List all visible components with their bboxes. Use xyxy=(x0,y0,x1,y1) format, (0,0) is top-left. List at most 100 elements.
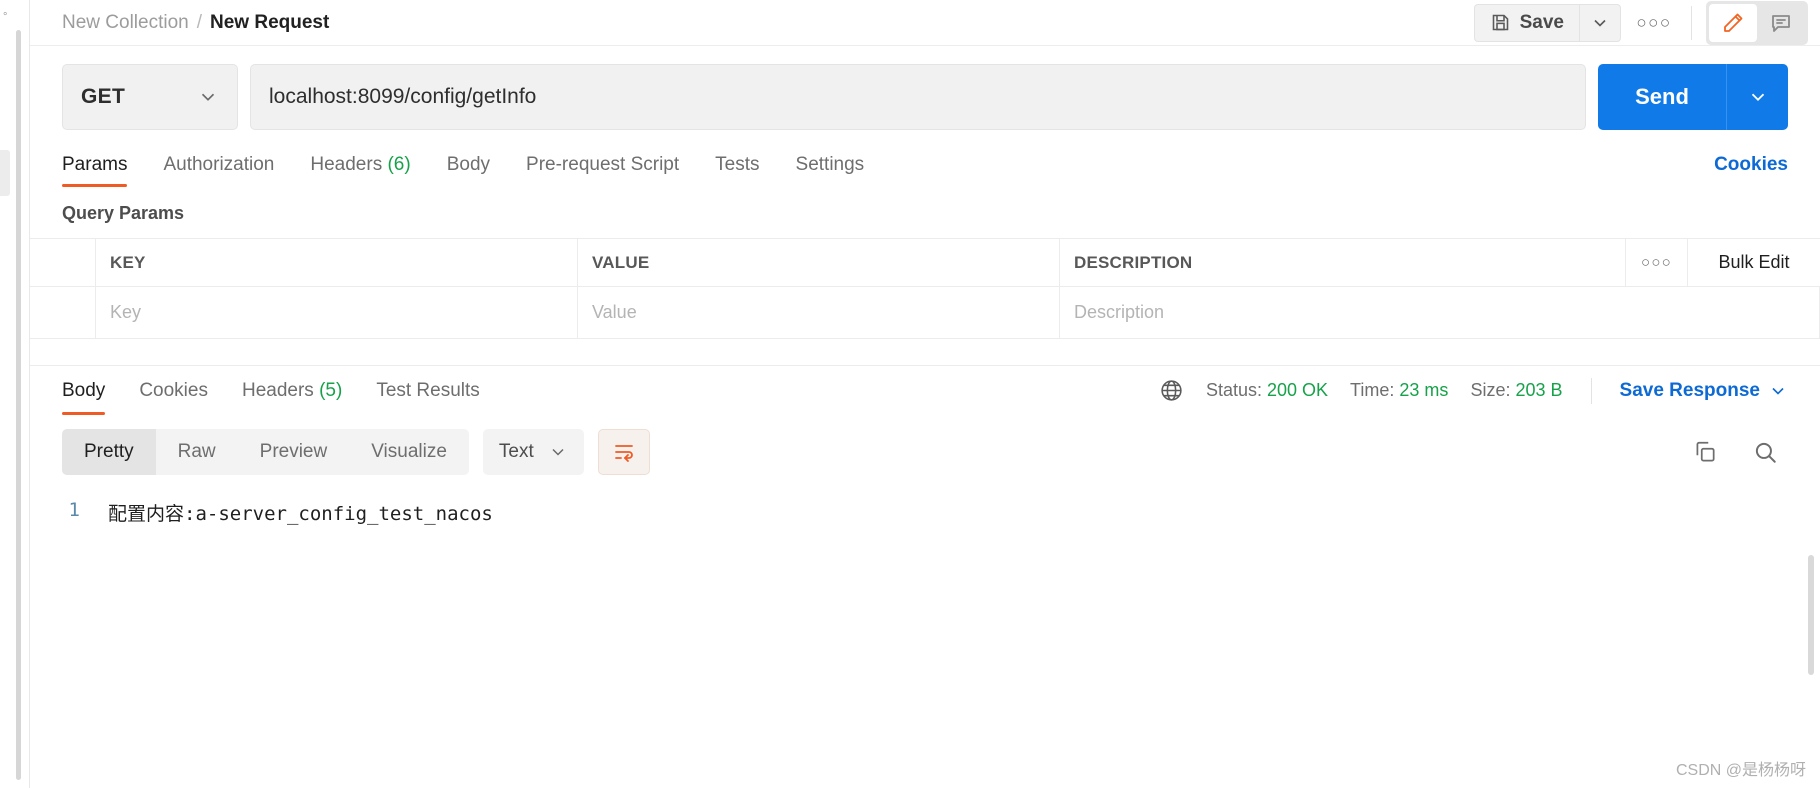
mode-preview[interactable]: Preview xyxy=(238,429,350,475)
response-tab-body-label: Body xyxy=(62,380,106,401)
breadcrumb: New Collection / New Request xyxy=(62,12,329,34)
comments-button[interactable] xyxy=(1757,4,1805,42)
header-divider xyxy=(1691,5,1692,40)
http-method-select[interactable]: GET xyxy=(62,64,238,130)
word-wrap-icon xyxy=(612,440,636,464)
http-method-label: GET xyxy=(81,85,126,108)
mode-raw[interactable]: Raw xyxy=(156,429,238,475)
sidebar-collapse-handle[interactable] xyxy=(0,150,10,196)
pane-divider[interactable] xyxy=(30,339,1820,365)
tab-settings[interactable]: Settings xyxy=(796,144,865,187)
postman-window: ° New Collection / New Request Save ○○○ … xyxy=(0,0,1820,788)
query-params-title: Query Params xyxy=(62,203,185,223)
response-type-select[interactable]: Text xyxy=(482,429,584,475)
request-header: New Collection / New Request Save ○○○ xyxy=(30,0,1820,46)
status-value: 200 OK xyxy=(1267,380,1329,400)
search-response-button[interactable] xyxy=(1742,429,1788,475)
chevron-down-icon xyxy=(1768,381,1788,401)
tab-headers[interactable]: Headers (6) xyxy=(310,144,410,187)
globe-icon xyxy=(1159,378,1184,403)
response-tab-test-results[interactable]: Test Results xyxy=(376,366,479,415)
tab-body[interactable]: Body xyxy=(447,144,490,187)
response-tab-test-results-label: Test Results xyxy=(376,380,480,401)
table-options-button[interactable]: ○○○ xyxy=(1626,239,1688,286)
query-params-table: KEY VALUE DESCRIPTION ○○○ Bulk Edit Key … xyxy=(30,238,1820,339)
tab-params[interactable]: Params xyxy=(62,144,128,187)
floppy-disk-icon xyxy=(1490,12,1511,33)
word-wrap-button[interactable] xyxy=(597,429,650,475)
time-badge: Time: 23 ms xyxy=(1350,380,1448,401)
status-badge: Status: 200 OK xyxy=(1206,380,1328,401)
param-value-input[interactable]: Value xyxy=(578,287,1060,338)
tab-pre-request-script[interactable]: Pre-request Script xyxy=(526,144,679,187)
url-input[interactable]: localhost:8099/config/getInfo xyxy=(250,64,1586,130)
more-options-button[interactable]: ○○○ xyxy=(1631,4,1677,42)
response-tabs: Body Cookies Headers (5) Test Results St… xyxy=(30,365,1820,415)
mode-visualize[interactable]: Visualize xyxy=(349,429,469,475)
param-description-input[interactable]: Description xyxy=(1060,287,1820,338)
param-key-input[interactable]: Key xyxy=(96,287,578,338)
response-body-text: 配置内容:a-server_config_test_nacos xyxy=(108,503,493,525)
response-type-label: Text xyxy=(498,441,534,462)
column-header-key: KEY xyxy=(96,239,578,286)
sidebar-scrollbar[interactable] xyxy=(16,30,21,780)
edit-request-button[interactable] xyxy=(1709,3,1757,42)
time-value: 23 ms xyxy=(1399,380,1449,400)
response-tab-headers[interactable]: Headers (5) xyxy=(242,366,342,415)
response-mode-group: Pretty Raw Preview Visualize xyxy=(62,429,469,475)
table-row: Key Value Description xyxy=(30,287,1820,339)
ellipsis-icon: ○○○ xyxy=(1636,12,1672,32)
pencil-icon xyxy=(1721,11,1745,35)
left-rail: ° xyxy=(0,0,30,788)
request-url-bar: GET localhost:8099/config/getInfo Send xyxy=(30,46,1820,130)
comment-icon xyxy=(1769,11,1793,35)
cookies-link[interactable]: Cookies xyxy=(1714,144,1788,187)
breadcrumb-collection[interactable]: New Collection xyxy=(62,12,189,34)
tab-body-label: Body xyxy=(446,154,491,175)
table-header-row: KEY VALUE DESCRIPTION ○○○ Bulk Edit xyxy=(30,239,1820,287)
chevron-down-icon xyxy=(1590,13,1610,33)
size-label: Size: xyxy=(1470,380,1511,400)
response-body-viewer[interactable]: 1 配置内容:a-server_config_test_nacos CSDN @… xyxy=(30,475,1820,788)
tab-authorization[interactable]: Authorization xyxy=(163,144,274,187)
response-tab-headers-label: Headers xyxy=(241,380,314,401)
chevron-down-icon xyxy=(1747,86,1769,108)
chevron-down-icon xyxy=(197,86,219,108)
save-dropdown-button[interactable] xyxy=(1579,3,1621,42)
status-label: Status: xyxy=(1205,380,1262,400)
save-response-button[interactable]: Save Response xyxy=(1620,380,1788,402)
header-checkbox-cell xyxy=(30,239,96,286)
size-badge: Size: 203 B xyxy=(1470,380,1562,401)
column-header-description: DESCRIPTION xyxy=(1060,239,1626,286)
tab-pre-request-script-label: Pre-request Script xyxy=(526,154,680,175)
response-tab-body[interactable]: Body xyxy=(62,366,106,415)
tab-params-label: Params xyxy=(62,154,128,175)
copy-icon xyxy=(1692,439,1718,465)
response-body-scrollbar[interactable] xyxy=(1808,555,1814,675)
url-bar-row: GET localhost:8099/config/getInfo Send xyxy=(62,64,1788,130)
copy-response-button[interactable] xyxy=(1682,429,1728,475)
tab-headers-count: (6) xyxy=(387,154,411,175)
response-tab-cookies[interactable]: Cookies xyxy=(139,366,208,415)
bulk-edit-button[interactable]: Bulk Edit xyxy=(1688,239,1820,286)
response-tab-headers-count: (5) xyxy=(319,380,343,401)
send-dropdown-button[interactable] xyxy=(1726,64,1788,130)
watermark: CSDN @是杨杨呀 xyxy=(1675,762,1806,779)
response-tab-cookies-label: Cookies xyxy=(139,380,208,401)
main-column: New Collection / New Request Save ○○○ GE… xyxy=(30,0,1820,788)
tab-tests[interactable]: Tests xyxy=(715,144,759,187)
tab-authorization-label: Authorization xyxy=(163,154,275,175)
mode-pretty[interactable]: Pretty xyxy=(62,429,156,475)
time-label: Time: xyxy=(1350,380,1395,400)
save-button[interactable]: Save xyxy=(1473,3,1579,42)
line-number: 1 xyxy=(68,499,80,521)
tab-tests-label: Tests xyxy=(715,154,760,175)
send-button[interactable]: Send xyxy=(1598,64,1726,130)
save-button-label: Save xyxy=(1519,11,1564,33)
request-tabs: Params Authorization Headers (6) Body Pr… xyxy=(30,144,1820,187)
row-checkbox-cell[interactable] xyxy=(30,287,96,338)
rail-dot-icon: ° xyxy=(3,11,8,23)
breadcrumb-request[interactable]: New Request xyxy=(210,12,329,34)
search-icon xyxy=(1752,439,1778,465)
tab-settings-label: Settings xyxy=(795,154,865,175)
